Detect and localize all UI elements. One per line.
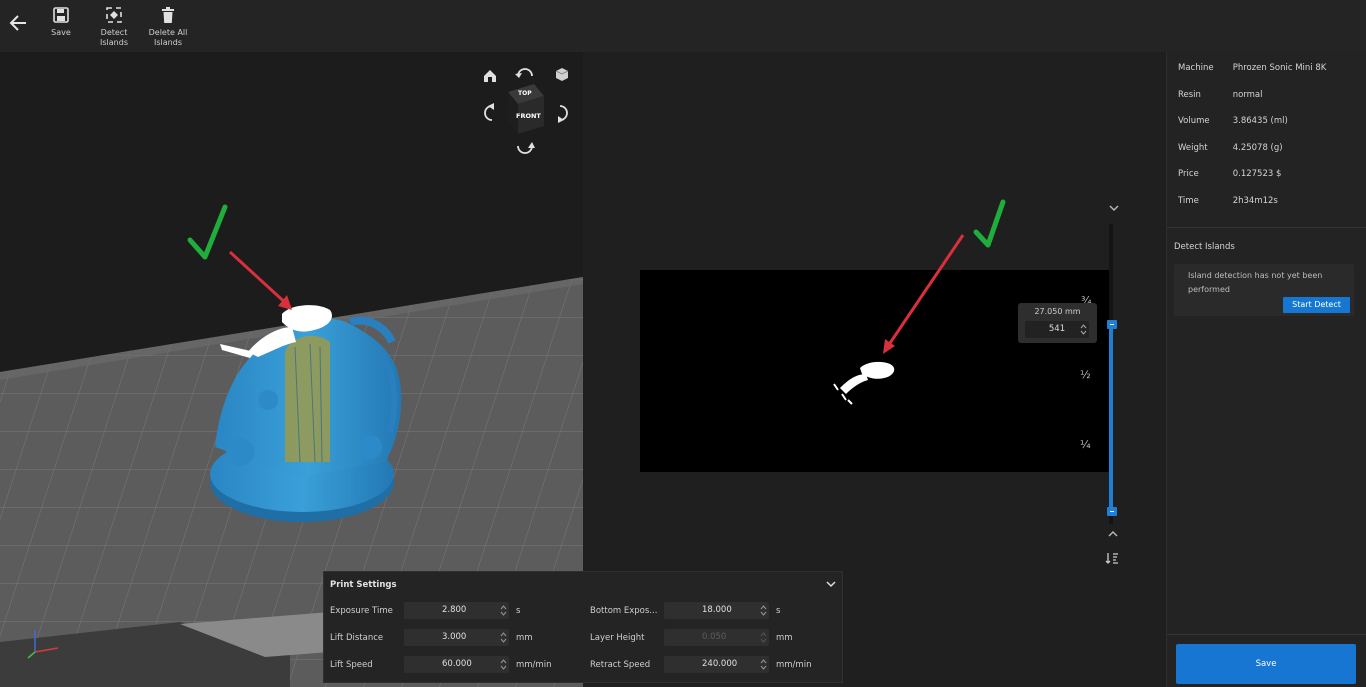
exposure-time-unit: s: [516, 606, 521, 616]
lift-speed-input[interactable]: 60.000: [404, 656, 509, 673]
slider-bottom-handle[interactable]: [1107, 507, 1117, 516]
lift-speed-value: 60.000: [442, 659, 472, 669]
spinner-icon[interactable]: [500, 658, 507, 671]
machine-label: Machine: [1178, 63, 1214, 73]
detect-islands-message: Island detection has not yet been perfor…: [1188, 271, 1323, 294]
rotate-up-icon[interactable]: [515, 68, 533, 78]
lift-speed-label: Lift Speed: [330, 660, 373, 670]
bottom-exposure-value: 18.000: [702, 605, 732, 615]
detect-islands-icon: [106, 7, 122, 23]
rotate-right-icon[interactable]: [558, 105, 568, 123]
lift-distance-input[interactable]: 3.000: [404, 629, 509, 646]
time-row: Time 2h34m12s: [1178, 196, 1278, 206]
price-row: Price 0.127523 $: [1178, 169, 1281, 179]
spinner-icon[interactable]: [760, 658, 767, 671]
chevron-up-icon[interactable]: [1109, 205, 1119, 211]
layer-height-label: Layer Height: [590, 633, 645, 643]
weight-row: Weight 4.25078 (g): [1178, 143, 1283, 153]
time-label: Time: [1178, 196, 1199, 206]
exposure-time-label: Exposure Time: [330, 606, 393, 616]
scale-quarter: ¼: [1080, 438, 1091, 451]
detect-islands-card: Island detection has not yet been perfor…: [1174, 264, 1354, 316]
layer-number-input[interactable]: 541: [1025, 321, 1089, 338]
time-value: 2h34m12s: [1232, 196, 1278, 206]
detect-islands-title: Detect Islands: [1174, 242, 1235, 252]
lift-speed-unit: mm/min: [516, 660, 552, 670]
lift-distance-value: 3.000: [442, 632, 467, 642]
perspective-cube-icon[interactable]: [555, 68, 569, 81]
spinner-icon[interactable]: [500, 631, 507, 644]
weight-label: Weight: [1178, 143, 1208, 153]
retract-speed-unit: mm/min: [776, 660, 812, 670]
price-value: 0.127523 $: [1232, 169, 1282, 179]
delete-all-islands-tool-label: Delete All Islands: [148, 28, 188, 47]
retract-speed-label: Retract Speed: [590, 660, 651, 670]
bottom-exposure-unit: s: [776, 606, 781, 616]
detect-islands-tool-label: Detect Islands: [100, 28, 128, 47]
layer-number-value: 541: [1048, 324, 1066, 334]
spinner-icon[interactable]: [760, 604, 767, 617]
home-icon[interactable]: [484, 70, 496, 82]
retract-speed-value: 240.000: [702, 659, 738, 669]
resin-value: normal: [1232, 90, 1263, 100]
spinner-icon: [760, 632, 767, 643]
trash-icon: [162, 7, 174, 23]
save-button[interactable]: Save: [1176, 644, 1356, 684]
price-label: Price: [1178, 169, 1199, 179]
delete-all-islands-tool-button[interactable]: Delete All Islands: [146, 6, 190, 48]
volume-row: Volume 3.86435 (ml): [1178, 116, 1288, 126]
machine-value: Phrozen Sonic Mini 8K: [1232, 63, 1327, 73]
right-info-panel: Machine Phrozen Sonic Mini 8K Resin norm…: [1166, 52, 1366, 687]
detect-islands-tool-button[interactable]: Detect Islands: [86, 6, 142, 48]
top-toolbar: Save Detect Islands Delete All Islands: [0, 0, 1366, 52]
layer-spinner-icon[interactable]: [1080, 323, 1087, 336]
back-arrow-icon[interactable]: [7, 12, 29, 34]
rotate-down-icon[interactable]: [517, 142, 535, 154]
retract-speed-input[interactable]: 240.000: [664, 656, 769, 673]
volume-value: 3.86435 (ml): [1232, 116, 1288, 126]
save-tool-button[interactable]: Save: [48, 6, 74, 38]
navcube-front-label: FRONT: [516, 112, 541, 120]
slider-top-handle[interactable]: [1107, 320, 1117, 329]
floppy-disk-icon: [53, 7, 69, 23]
layer-indicator: 27.050 mm 541: [1018, 303, 1097, 343]
sort-layers-icon[interactable]: [1105, 551, 1119, 565]
start-detect-button[interactable]: Start Detect: [1283, 297, 1350, 313]
resin-label: Resin: [1178, 90, 1201, 100]
navcube-top-label: TOP: [518, 90, 532, 97]
print-settings-panel: Print Settings Exposure Time 2.800 s Lif…: [323, 571, 843, 683]
lift-distance-label: Lift Distance: [330, 633, 384, 643]
machine-row: Machine Phrozen Sonic Mini 8K: [1178, 63, 1326, 73]
layer-height-input: 0.050: [664, 629, 769, 646]
panel-divider: [1167, 227, 1366, 228]
print-settings-title: Print Settings: [330, 580, 397, 590]
layer-height-value: 0.050: [702, 632, 727, 642]
view-navigation-cube[interactable]: TOP FRONT: [478, 62, 574, 158]
lift-distance-unit: mm: [516, 633, 533, 643]
bottom-exposure-input[interactable]: 18.000: [664, 602, 769, 619]
scale-half: ½: [1080, 368, 1091, 381]
bottom-exposure-label: Bottom Expos...: [590, 606, 658, 616]
panel-divider-bottom: [1167, 634, 1366, 635]
exposure-time-value: 2.800: [442, 605, 467, 615]
layer-height-unit: mm: [776, 633, 793, 643]
layer-slider[interactable]: [1107, 200, 1127, 540]
exposure-time-input[interactable]: 2.800: [404, 602, 509, 619]
weight-value: 4.25078 (g): [1232, 143, 1283, 153]
layer-height-mm: 27.050 mm: [1034, 307, 1081, 316]
chevron-down-icon[interactable]: [1108, 531, 1118, 537]
resin-row: Resin normal: [1178, 90, 1263, 100]
rotate-left-icon[interactable]: [484, 103, 494, 121]
save-tool-label: Save: [51, 28, 71, 37]
spinner-icon[interactable]: [500, 604, 507, 617]
chevron-down-icon[interactable]: [825, 578, 837, 590]
volume-label: Volume: [1178, 116, 1210, 126]
